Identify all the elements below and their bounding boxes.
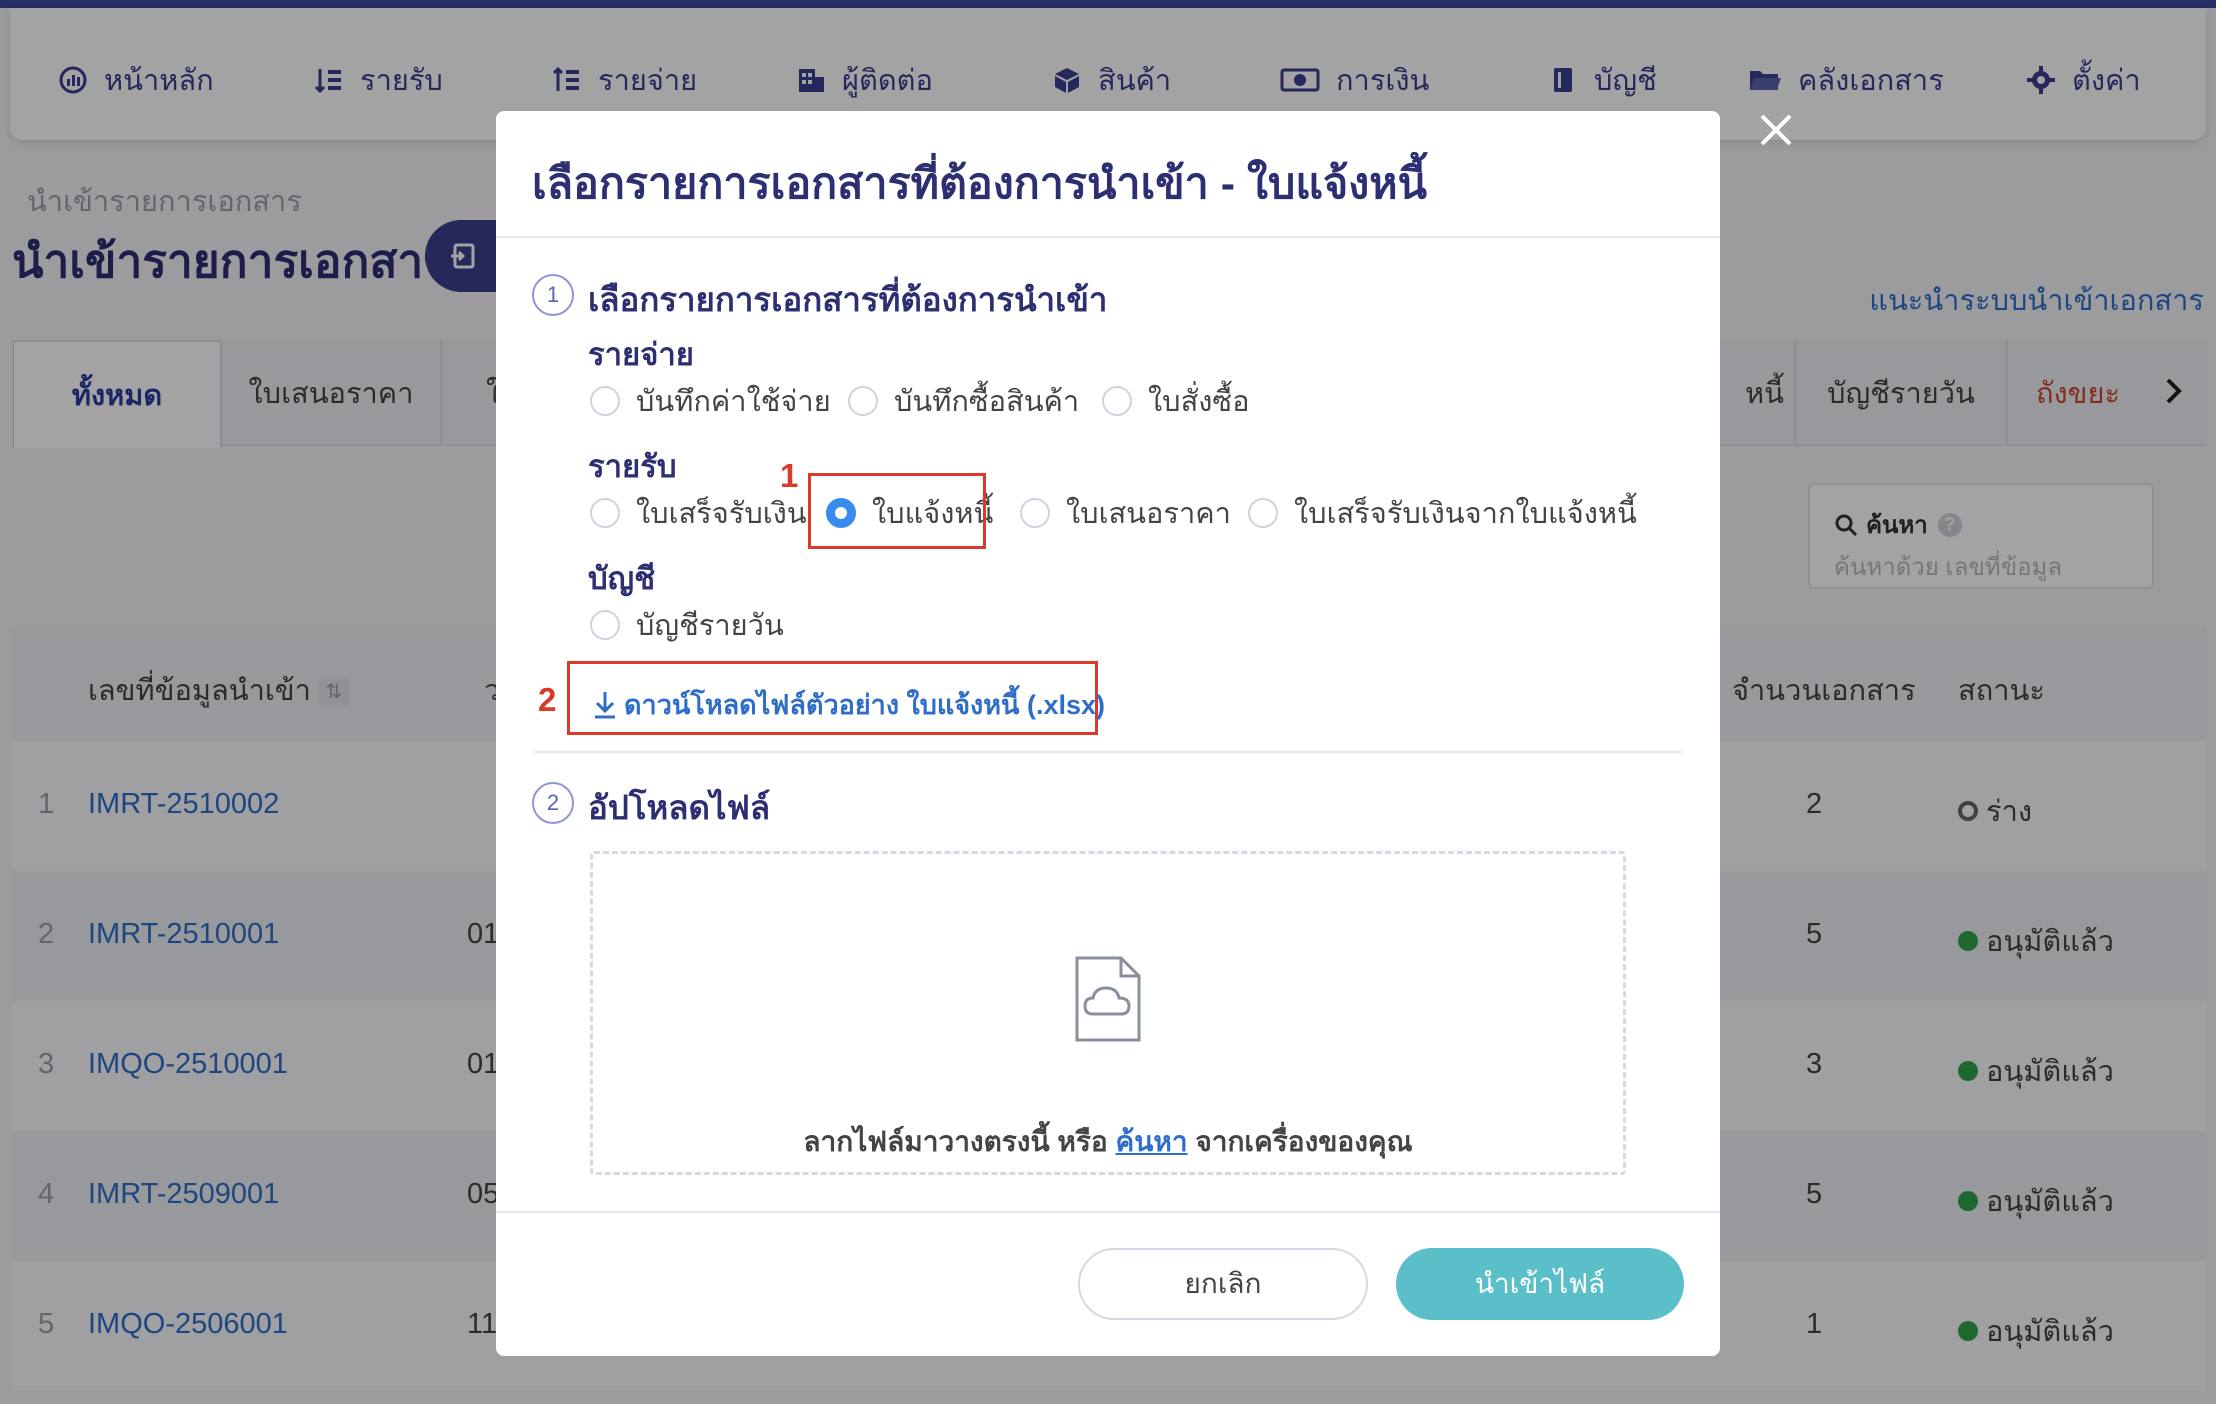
divider <box>496 1211 1720 1213</box>
browse-file-link[interactable]: ค้นหา <box>1116 1126 1188 1157</box>
step-title: อัปโหลดไฟล์ <box>588 789 771 826</box>
step-number-badge: 2 <box>532 782 574 824</box>
modal-title: เลือกรายการเอกสารที่ต้องการนำเข้า - ใบแจ… <box>532 160 1427 208</box>
radio-receipt[interactable]: ใบเสร็จรับเงิน <box>590 493 807 533</box>
download-icon <box>595 691 615 718</box>
group-title-account: บัญชี <box>588 561 656 596</box>
radio-circle[interactable] <box>590 610 620 640</box>
cloud-file-icon <box>1073 954 1143 1049</box>
close-icon[interactable] <box>1756 110 1796 150</box>
radio-circle[interactable] <box>1020 498 1050 528</box>
group-title-expense: รายจ่าย <box>588 337 694 372</box>
step-number-badge: 1 <box>532 274 574 316</box>
annotation-number-2: 2 <box>538 681 557 718</box>
radio-circle[interactable] <box>848 386 878 416</box>
import-modal: เลือกรายการเอกสารที่ต้องการนำเข้า - ใบแจ… <box>496 111 1720 1356</box>
dropzone-text: ลากไฟล์มาวางตรงนี้ หรือ ค้นหา จากเครื่อง… <box>803 1126 1413 1157</box>
import-file-button[interactable]: นำเข้าไฟล์ <box>1396 1248 1684 1320</box>
radio-journal[interactable]: บัญชีรายวัน <box>590 605 784 645</box>
radio-receipt-from-invoice[interactable]: ใบเสร็จรับเงินจากใบแจ้งหนี้ <box>1248 493 1637 533</box>
divider <box>496 236 1720 238</box>
download-sample-link[interactable]: ดาวน์โหลดไฟล์ตัวอย่าง ใบแจ้งหนี้ (.xlsx) <box>592 683 1105 726</box>
radio-circle[interactable] <box>1102 386 1132 416</box>
divider <box>534 751 1682 753</box>
radio-purchase-order[interactable]: ใบสั่งซื้อ <box>1102 381 1250 421</box>
radio-circle[interactable] <box>1248 498 1278 528</box>
file-dropzone[interactable]: ลากไฟล์มาวางตรงนี้ หรือ ค้นหา จากเครื่อง… <box>590 851 1626 1175</box>
group-title-income: รายรับ <box>588 449 677 484</box>
radio-circle[interactable] <box>590 386 620 416</box>
annotation-number-1: 1 <box>780 457 799 494</box>
cancel-button[interactable]: ยกเลิก <box>1078 1248 1368 1320</box>
radio-expense-record[interactable]: บันทึกค่าใช้จ่าย <box>590 381 831 421</box>
radio-purchase-record[interactable]: บันทึกซื้อสินค้า <box>848 381 1079 421</box>
radio-quotation[interactable]: ใบเสนอราคา <box>1020 493 1231 533</box>
step-title: เลือกรายการเอกสารที่ต้องการนำเข้า <box>588 281 1108 318</box>
radio-circle[interactable] <box>590 498 620 528</box>
highlight-box-1 <box>808 473 986 549</box>
